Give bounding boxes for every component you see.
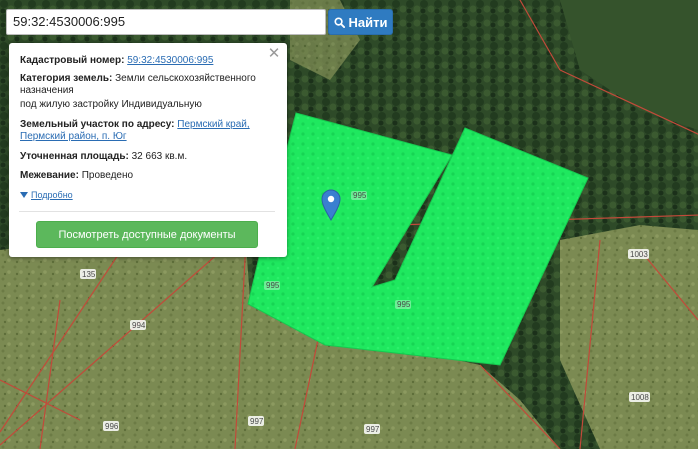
- permitted-use-row: под жилую застройку Индивидуальную: [20, 99, 260, 111]
- plot-label-1003: 1003: [628, 249, 649, 259]
- plot-label-135: 135: [80, 269, 96, 279]
- panel-divider: [19, 211, 275, 212]
- search-icon: [333, 16, 345, 28]
- permitted-use-value: под жилую застройку Индивидуальную: [20, 99, 202, 110]
- plot-label-997b: 997: [364, 424, 380, 434]
- survey-value: Проведено: [81, 170, 134, 181]
- details-link[interactable]: Подробно: [31, 190, 73, 200]
- caret-down-icon: [20, 192, 28, 198]
- search-bar: [6, 9, 326, 35]
- svg-text:994: 994: [132, 321, 146, 330]
- details-toggle[interactable]: Подробно: [20, 190, 73, 200]
- cadastral-number-label: Кадастровый номер:: [20, 55, 125, 66]
- cadastral-search-input[interactable]: [6, 9, 326, 35]
- land-category-label: Категория земель:: [20, 73, 113, 84]
- cadastral-number-row: Кадастровый номер: 59:32:4530006:995: [20, 55, 260, 67]
- svg-text:996: 996: [105, 422, 119, 431]
- svg-text:995: 995: [266, 281, 280, 290]
- svg-text:1008: 1008: [631, 393, 649, 402]
- view-documents-button[interactable]: Посмотреть доступные документы: [36, 221, 258, 248]
- plot-label-997a: 997: [248, 416, 264, 426]
- close-icon[interactable]: ✕: [267, 46, 281, 61]
- address-row: Земельный участок по адресу: Пермский кр…: [20, 119, 265, 143]
- search-button[interactable]: Найти: [328, 9, 393, 35]
- search-button-label: Найти: [348, 14, 388, 30]
- plot-label-995b: 995: [264, 281, 280, 290]
- plot-label-994: 994: [130, 320, 146, 330]
- plot-label-995a: 995: [351, 191, 367, 200]
- svg-text:995: 995: [353, 191, 367, 200]
- svg-text:997: 997: [250, 417, 264, 426]
- survey-row: Межевание: Проведено: [20, 170, 260, 182]
- address-label: Земельный участок по адресу:: [20, 119, 175, 130]
- svg-text:1003: 1003: [630, 250, 648, 259]
- plot-label-996: 996: [103, 421, 119, 431]
- svg-text:995: 995: [397, 300, 411, 309]
- plot-label-1008: 1008: [629, 392, 650, 402]
- area-label: Уточненная площадь:: [20, 151, 129, 162]
- svg-text:997: 997: [366, 425, 380, 434]
- cadastral-number-link[interactable]: 59:32:4530006:995: [127, 55, 213, 66]
- svg-text:135: 135: [82, 270, 96, 279]
- area-row: Уточненная площадь: 32 663 кв.м.: [20, 151, 260, 163]
- survey-label: Межевание:: [20, 170, 79, 181]
- area-value: 32 663 кв.м.: [131, 151, 188, 162]
- plot-label-995c: 995: [395, 300, 411, 309]
- plot-info-panel: ✕ Кадастровый номер: 59:32:4530006:995 К…: [9, 43, 287, 257]
- land-category-row: Категория земель: Земли сельскохозяйстве…: [20, 73, 270, 97]
